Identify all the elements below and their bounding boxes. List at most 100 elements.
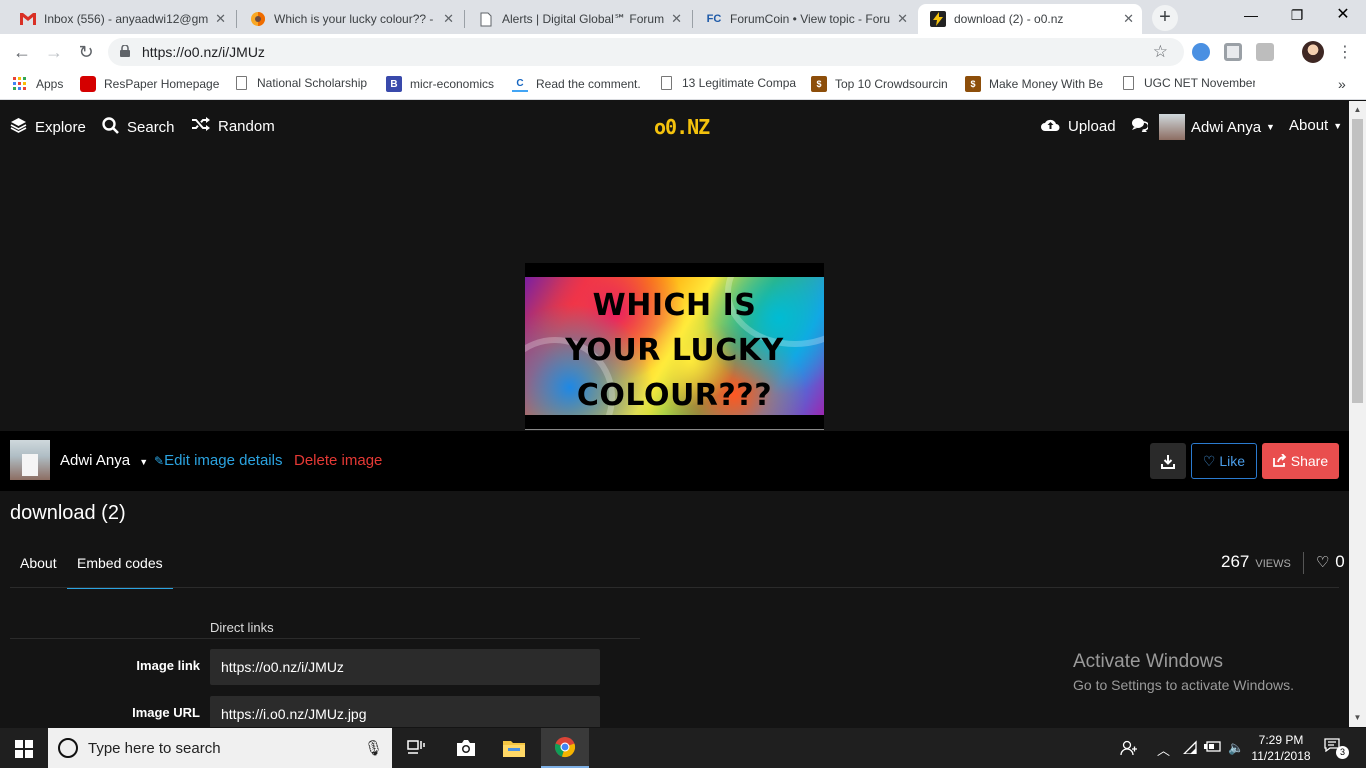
download-button[interactable] xyxy=(1150,443,1186,479)
file-explorer-icon[interactable] xyxy=(490,728,538,768)
extension-icon[interactable] xyxy=(1192,43,1210,61)
task-view-icon[interactable] xyxy=(392,728,440,768)
scroll-up-icon[interactable]: ▲ xyxy=(1349,105,1366,114)
like-button[interactable]: ♡ Like xyxy=(1191,443,1257,479)
close-icon[interactable]: ✕ xyxy=(897,11,908,27)
pencil-icon: ✎ xyxy=(154,454,165,468)
extension-icon[interactable] xyxy=(1224,43,1242,61)
close-icon[interactable]: ✕ xyxy=(443,11,454,27)
bookmark-respaper[interactable]: ResPaper Homepage xyxy=(80,76,219,92)
notifications-button[interactable] xyxy=(1131,117,1156,136)
reload-icon[interactable]: ↻ xyxy=(74,40,98,64)
edit-label: Edit image details xyxy=(164,452,283,469)
camera-app-icon[interactable] xyxy=(442,728,490,768)
menu-kebab-icon[interactable]: ⋮ xyxy=(1336,42,1354,61)
browser-toolbar: ← → ↻ https://o0.nz/i/JMUz ☆ ⋮ xyxy=(0,34,1366,70)
close-icon[interactable]: ✕ xyxy=(1123,11,1134,27)
window-close-icon[interactable]: ✕ xyxy=(1320,0,1366,30)
browser-tab-lucky-colour[interactable]: Which is your lucky colour?? - ✕ xyxy=(238,4,462,34)
more-bookmarks-button[interactable]: » xyxy=(1338,76,1346,92)
image-url-field[interactable]: https://i.o0.nz/JMUz.jpg xyxy=(210,696,600,727)
scroll-down-icon[interactable]: ▼ xyxy=(1349,713,1366,722)
user-name: Adwi Anya xyxy=(1191,118,1262,136)
action-center-icon[interactable]: 3 xyxy=(1324,738,1349,759)
forward-arrow-icon[interactable]: → xyxy=(42,40,66,64)
tab-divider xyxy=(236,10,237,28)
bookmark-top-10-crowdsourcing[interactable]: $ Top 10 Crowdsourcin xyxy=(811,76,951,92)
user-menu[interactable]: Adwi Anya ▼ xyxy=(1159,114,1275,140)
share-label: Share xyxy=(1290,453,1329,469)
share-button[interactable]: Share xyxy=(1262,443,1339,479)
minimize-icon[interactable]: — xyxy=(1228,0,1274,30)
back-arrow-icon[interactable]: ← xyxy=(10,40,34,64)
nav-upload[interactable]: Upload xyxy=(1041,117,1116,135)
bookmark-national-scholarship[interactable]: National Scholarship xyxy=(233,76,373,90)
tab-about[interactable]: About xyxy=(10,545,67,589)
nav-about[interactable]: About ▼ xyxy=(1289,117,1342,134)
clock-time: 7:29 PM xyxy=(1258,733,1304,747)
browser-tab-download-active[interactable]: download (2) - o0.nz ✕ xyxy=(918,4,1142,34)
gmail-icon xyxy=(20,11,36,27)
system-clock[interactable]: 7:29 PM 11/21/2018 xyxy=(1246,732,1316,764)
owner-avatar[interactable] xyxy=(10,440,50,480)
nav-search[interactable]: Search xyxy=(102,117,175,138)
money-icon: $ xyxy=(811,76,827,92)
search-icon xyxy=(102,117,119,138)
microphone-icon[interactable]: 🎙 xyxy=(364,739,383,757)
nav-label: Upload xyxy=(1068,117,1116,135)
nav-label: About xyxy=(1289,117,1329,134)
owner-name: Adwi Anya xyxy=(60,452,131,469)
watermark-title: Activate Windows xyxy=(1073,651,1223,672)
bookmark-read-comment[interactable]: C Read the comment. xyxy=(512,76,641,92)
caret-down-icon: ▼ xyxy=(1333,120,1343,131)
bookmark-label: 13 Legitimate Compa xyxy=(682,76,797,90)
heart-outline-icon[interactable]: ♡ xyxy=(1316,553,1329,571)
address-bar[interactable]: https://o0.nz/i/JMUz ☆ xyxy=(108,38,1184,66)
bookmark-13-legitimate[interactable]: 13 Legitimate Compa xyxy=(658,76,798,90)
scrollbar-thumb[interactable] xyxy=(1352,119,1363,403)
nav-explore[interactable]: Explore xyxy=(10,117,86,137)
bookmark-star-icon[interactable]: ☆ xyxy=(1153,42,1168,62)
bookmark-apps[interactable]: Apps xyxy=(12,76,63,92)
battery-icon[interactable] xyxy=(1204,740,1222,755)
image-baseline xyxy=(525,429,824,430)
people-icon[interactable] xyxy=(1120,740,1138,759)
activate-windows-watermark: Activate Windows Go to Settings to activ… xyxy=(1073,651,1294,693)
close-icon[interactable]: ✕ xyxy=(671,11,682,27)
profile-avatar[interactable] xyxy=(1302,41,1324,63)
volume-icon[interactable]: 🔈 xyxy=(1228,740,1244,756)
close-icon[interactable]: ✕ xyxy=(215,11,226,27)
bookmark-micr-economics[interactable]: B micr-economics xyxy=(386,76,494,92)
maximize-icon[interactable]: ❐ xyxy=(1274,0,1320,30)
cloud-upload-icon xyxy=(1041,117,1060,135)
overlay-line: WHICH IS xyxy=(592,288,757,323)
notification-badge: 3 xyxy=(1336,746,1349,759)
chrome-taskbar-icon[interactable] xyxy=(541,728,589,768)
tray-chevron-up-icon[interactable]: ︿ xyxy=(1157,740,1170,759)
extension-icon[interactable] xyxy=(1256,43,1274,61)
windows-start-button[interactable] xyxy=(0,728,48,768)
owner-menu[interactable]: Adwi Anya ▼ xyxy=(60,452,148,469)
edit-image-link[interactable]: ✎Edit image details xyxy=(154,452,282,469)
browser-tab-forumcoin[interactable]: FC ForumCoin • View topic - Foru ✕ xyxy=(694,4,916,34)
colorful-swirl-image: WHICH IS YOUR LUCKY COLOUR??? xyxy=(525,277,824,415)
bookmark-make-money[interactable]: $ Make Money With Be xyxy=(965,76,1105,92)
browser-tab-gmail[interactable]: Inbox (556) - anyaadwi12@gm ✕ xyxy=(8,4,234,34)
page-scrollbar[interactable]: ▲ ▼ xyxy=(1349,101,1366,727)
image-viewer: WHICH IS YOUR LUCKY COLOUR??? xyxy=(0,153,1349,431)
lock-icon xyxy=(120,44,130,57)
image-frame[interactable]: WHICH IS YOUR LUCKY COLOUR??? xyxy=(525,263,824,430)
nav-random[interactable]: Random xyxy=(192,117,275,135)
tab-embed-codes[interactable]: Embed codes xyxy=(67,545,173,589)
image-link-field[interactable]: https://o0.nz/i/JMUz xyxy=(210,649,600,685)
url-text[interactable]: https://o0.nz/i/JMUz xyxy=(142,44,265,60)
bookmark-label: Top 10 Crowdsourcin xyxy=(835,77,948,91)
site-logo[interactable]: o0.NZ xyxy=(654,115,710,139)
taskbar-search[interactable]: Type here to search 🎙 xyxy=(48,728,392,768)
browser-tab-alerts[interactable]: Alerts | Digital Global℠ Forum ✕ xyxy=(466,4,690,34)
delete-image-link[interactable]: Delete image xyxy=(294,452,382,469)
bookmark-ugc-net[interactable]: UGC NET November xyxy=(1120,76,1255,90)
layers-icon xyxy=(10,117,27,137)
wifi-icon[interactable] xyxy=(1182,740,1198,757)
new-tab-button[interactable]: + xyxy=(1152,5,1178,31)
